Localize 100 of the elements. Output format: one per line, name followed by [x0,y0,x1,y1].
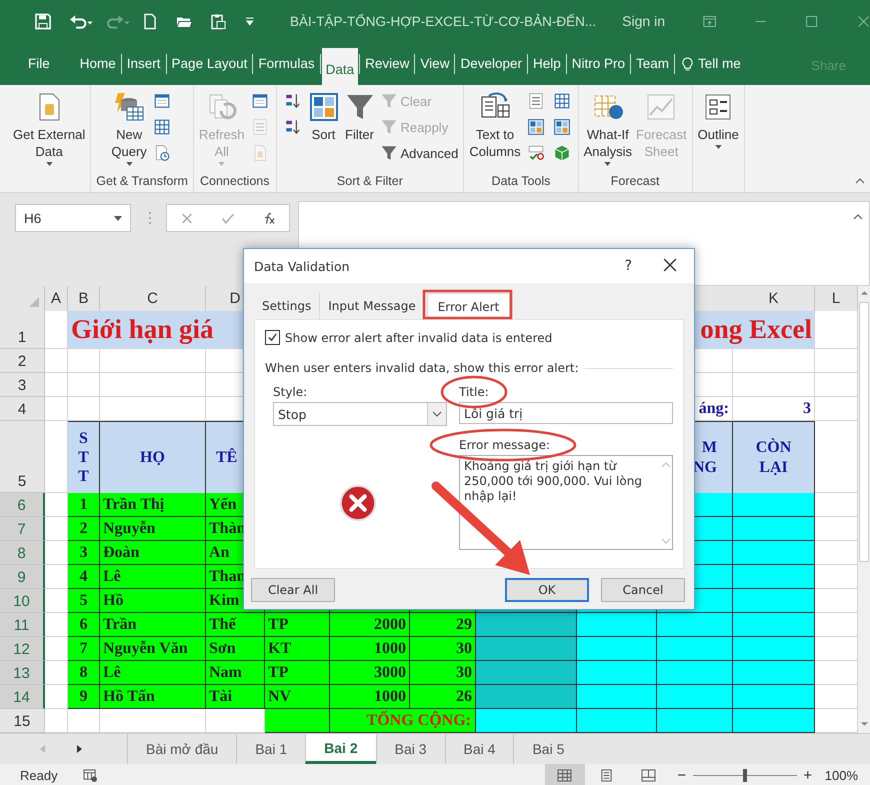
row-header[interactable]: 13 [0,661,45,685]
check-icon[interactable] [220,212,235,224]
page-break-icon [641,769,656,782]
tell-me-search[interactable]: Tell me [696,48,745,79]
help-button[interactable]: ? [624,258,632,274]
table-cell [45,517,68,541]
ribbon-button[interactable]: What-If Analysis [584,89,632,169]
table-cell [45,565,68,589]
table-cell [45,421,68,493]
save-icon[interactable] [35,12,52,30]
ribbon-tab[interactable]: Home [76,48,120,79]
macro-recording-icon[interactable] [82,769,98,782]
table-cell [815,421,858,493]
row-header[interactable]: 2 [0,349,45,373]
table-cell: 3 [733,397,815,421]
ribbon-tab[interactable]: Data [322,48,358,85]
ribbon-tab[interactable]: File [24,48,54,79]
database-icon [113,91,146,123]
table-cell [815,613,858,637]
ribbon-button[interactable]: New Query [111,89,147,169]
vertical-scrollbar[interactable] [858,286,870,733]
ribbon-tab[interactable]: View [416,48,454,79]
next-sheet-icon[interactable] [76,745,82,753]
table-cell [815,493,858,517]
checkbox[interactable] [265,330,280,345]
sheet-tab[interactable]: Bai 2 [305,734,376,764]
close-icon [663,258,677,272]
ribbon-button[interactable]: Outline [698,89,739,169]
slider-thumb[interactable] [742,769,747,782]
table-cell: 8 [68,661,100,685]
collapse-ribbon-icon[interactable] [855,178,865,184]
message-field[interactable]: Khoảng giá trị giới hạn từ 250,000 tới 900,000. Vui lòng nhập lại! [459,455,673,550]
table-cell [45,373,68,397]
dialog-tab[interactable]: Error Alert [426,293,510,319]
grid-icon [557,769,572,782]
clipboard-icon[interactable] [210,12,226,30]
field-label: Title: [459,385,489,399]
checkbox-label[interactable]: Show error alert after invalid data is entered [285,330,552,344]
chevron-down-icon [432,411,442,417]
ribbon-tab[interactable]: Developer [456,48,526,79]
ribbon-tab[interactable]: Team [632,48,674,79]
ribbon-button[interactable]: Advanced [380,141,458,165]
dialog-button[interactable]: Clear All [251,578,335,602]
close-icon[interactable] [856,14,870,28]
row-header[interactable]: 7 [0,517,45,541]
undo-icon[interactable] [69,12,94,30]
row-header[interactable]: 5 [0,421,45,493]
zoom-out-button[interactable]: − [674,767,689,784]
row-header[interactable]: 12 [0,637,45,661]
table-cell: Trần Thị [100,493,206,517]
ribbon-button[interactable]: Sort [308,89,340,169]
group-label: Get & Transform [96,174,188,188]
ribbon-tab[interactable]: Help [529,48,565,79]
ribbon-tab[interactable]: Insert [122,48,165,79]
ribbon-button[interactable]: Filter [344,89,376,169]
collapse-icon[interactable] [853,214,863,220]
ribbon-button[interactable]: Text to Columns [469,89,521,169]
customize-icon[interactable] [244,16,254,26]
ribbon-button[interactable]: Get External Data [13,89,86,169]
style-dropdown[interactable]: Stop [273,402,447,426]
list-icon [526,92,545,110]
row-header[interactable]: 10 [0,589,45,613]
dialog-button[interactable]: Cancel [601,578,685,602]
row-header[interactable]: 14 [0,685,45,709]
new-document-icon[interactable] [142,12,158,30]
table-cell [45,349,68,373]
resize-handle[interactable] [148,211,152,225]
row-header[interactable]: 8 [0,541,45,565]
row-header[interactable]: 9 [0,565,45,589]
dialog-button[interactable]: OK [505,578,589,602]
scroll-down-icon[interactable] [860,721,868,727]
name-box[interactable]: H6 [15,204,131,232]
zoom-in-button[interactable]: + [800,767,815,784]
dropdown-button[interactable] [427,403,446,425]
row-header[interactable]: 3 [0,373,45,397]
row-header[interactable]: 1 [0,311,45,349]
scroll-thumb[interactable] [859,302,869,562]
title-field[interactable]: Lỗi giá trị [459,402,673,424]
zoom-level[interactable]: 100% [824,768,858,783]
table-cell [815,565,858,589]
view-button[interactable] [544,764,585,785]
table-cell: Hồ [100,589,206,613]
window-title: BÀI-TẬP-TỔNG-HỢP-EXCEL-TỪ-CƠ-BẢN-ĐẾN... [290,14,596,28]
table-cell [45,637,68,661]
scroll-up-icon[interactable] [860,290,868,296]
row-header[interactable]: 11 [0,613,45,637]
maximize-icon[interactable] [805,14,819,28]
row-header[interactable]: 6 [0,493,45,517]
row-header[interactable]: 4 [0,397,45,421]
table-cell [815,349,858,373]
close-button[interactable] [662,258,678,274]
table-cell: Lê [100,565,206,589]
ribbon-display-icon[interactable] [702,14,716,28]
sign-in-link[interactable]: Sign in [622,13,665,29]
ribbon-tab[interactable]: Page Layout [168,48,252,79]
ribbon-tab[interactable]: Nitro Pro [568,48,630,79]
row-header[interactable]: 15 [0,709,45,733]
ribbon-tab[interactable]: Review [361,48,414,79]
ribbon-tab[interactable]: Formulas [254,48,319,79]
table-cell: HỌ [100,421,206,493]
